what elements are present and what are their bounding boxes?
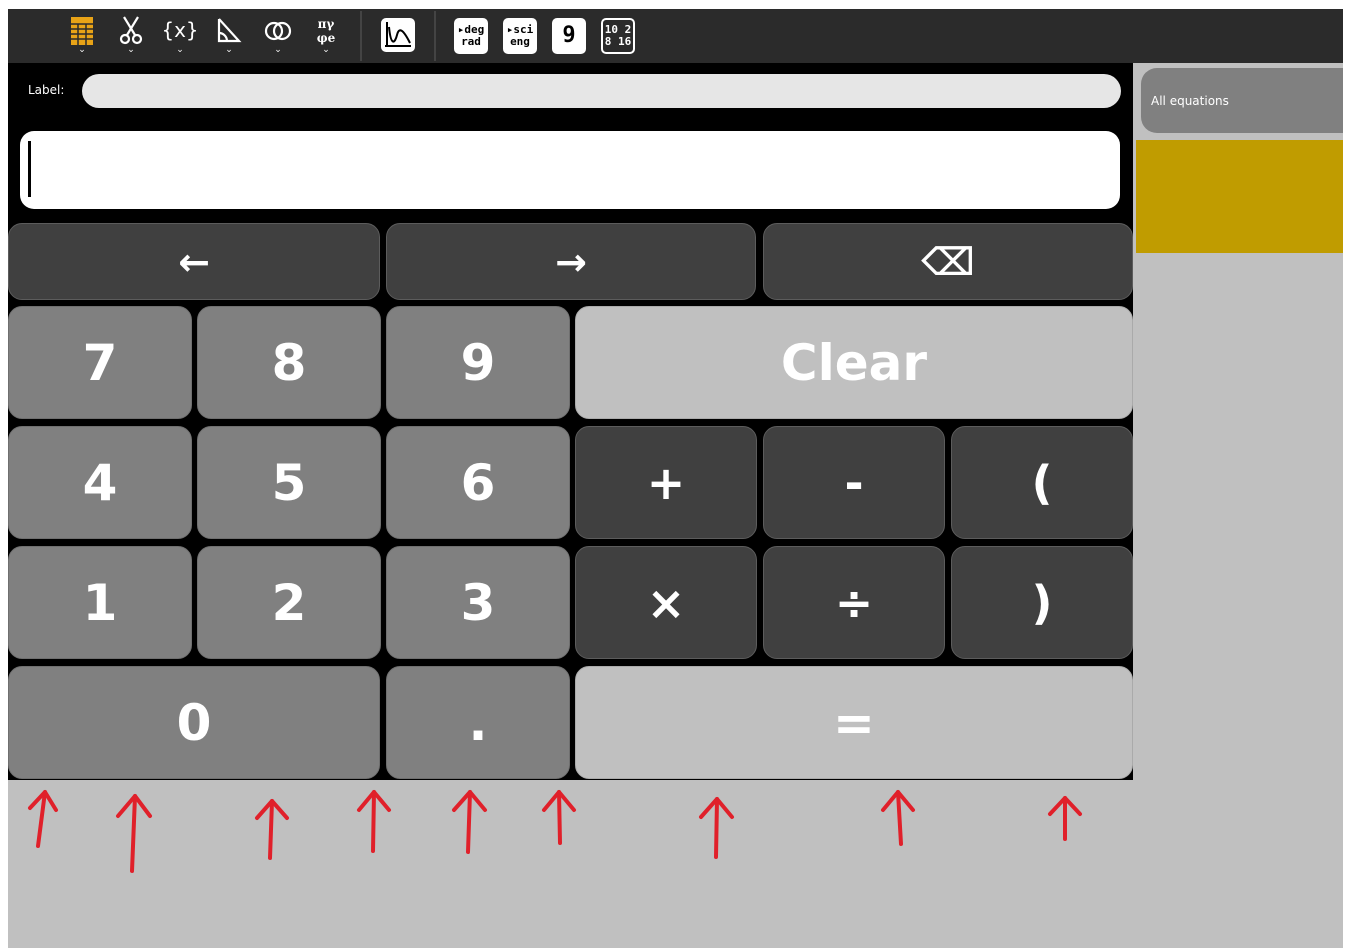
chevron-down-icon: ⌄ (78, 45, 86, 55)
all-equations-tab[interactable]: All equations (1141, 68, 1343, 133)
chevron-down-icon: ⌄ (127, 45, 135, 55)
angle-mode-toggle[interactable]: ▸deg rad (454, 18, 488, 54)
keypad-menu-button[interactable]: ⌄ (62, 15, 102, 59)
constants-menu-button[interactable]: πγ φe ⌄ (306, 15, 346, 59)
close-paren-button[interactable]: ) (951, 546, 1133, 659)
annotation-arrow-icon (116, 794, 152, 873)
chevron-down-icon: ⌄ (274, 45, 282, 55)
text-cursor (28, 141, 31, 197)
annotation-arrow-icon (357, 790, 391, 853)
digit-9-button[interactable]: 9 (386, 306, 570, 419)
annotation-arrow-icon (699, 797, 734, 859)
annotation-arrow-icon (452, 790, 487, 854)
annotation-arrow-icon (28, 790, 58, 848)
svg-text:φe: φe (317, 31, 336, 45)
variable-braces-icon: {x} (164, 18, 196, 42)
equals-button[interactable]: = (575, 666, 1133, 779)
minus-button[interactable]: - (763, 426, 945, 539)
notation-mode-toggle[interactable]: ▸sci eng (503, 18, 537, 54)
backspace-button[interactable]: ⌫ (763, 223, 1133, 300)
digits-precision-button[interactable]: 9 (552, 18, 586, 54)
venn-diagram-icon (264, 21, 292, 41)
expression-input[interactable] (20, 131, 1120, 209)
annotation-arrow-icon (255, 799, 289, 860)
digits-label: 9 (562, 23, 576, 48)
digit-7-button[interactable]: 7 (8, 306, 192, 419)
svg-text:πγ: πγ (318, 17, 335, 31)
chevron-down-icon: ⌄ (322, 45, 330, 55)
scissors-menu-button[interactable]: ⌄ (111, 15, 151, 59)
digit-1-button[interactable]: 1 (8, 546, 192, 659)
label-caption: Label: (28, 83, 65, 97)
toolbar-divider (360, 11, 362, 61)
scissors-icon (119, 16, 143, 45)
digit-6-button[interactable]: 6 (386, 426, 570, 539)
divide-button[interactable]: ÷ (763, 546, 945, 659)
multiply-button[interactable]: × (575, 546, 757, 659)
graph-plot-icon (381, 18, 415, 52)
geometry-menu-button[interactable]: ⌄ (209, 15, 249, 59)
annotation-arrow-icon (1048, 796, 1082, 841)
annotation-arrow-icon (542, 790, 576, 845)
cursor-left-button[interactable]: ← (8, 223, 380, 300)
variables-menu-button[interactable]: {x} ⌄ (160, 15, 200, 59)
number-base-button[interactable]: 10 2 8 16 (601, 18, 635, 54)
calculator-panel: Label: ← → ⌫ 7 8 9 Clear 4 5 6 + - ( 1 2… (8, 63, 1133, 780)
digit-5-button[interactable]: 5 (197, 426, 381, 539)
keypad-icon (71, 17, 93, 45)
chevron-down-icon: ⌄ (176, 45, 184, 55)
toolbar: ⌄ ⌄ {x} ⌄ ⌄ (8, 9, 1343, 63)
graph-button[interactable] (378, 17, 418, 61)
base-bottom-label: 8 16 (604, 35, 632, 48)
digit-2-button[interactable]: 2 (197, 546, 381, 659)
digit-8-button[interactable]: 8 (197, 306, 381, 419)
engineering-label: eng (510, 35, 530, 48)
toolbar-divider (434, 11, 436, 61)
decimal-point-button[interactable]: . (386, 666, 570, 779)
clear-button[interactable]: Clear (575, 306, 1133, 419)
cursor-right-button[interactable]: → (386, 223, 756, 300)
digit-3-button[interactable]: 3 (386, 546, 570, 659)
annotation-arrow-icon (881, 790, 915, 846)
app-window: ⌄ ⌄ {x} ⌄ ⌄ (8, 9, 1343, 948)
chevron-down-icon: ⌄ (225, 45, 233, 55)
svg-text:{x}: {x} (164, 18, 196, 42)
sets-menu-button[interactable]: ⌄ (258, 15, 298, 59)
digit-0-button[interactable]: 0 (8, 666, 380, 779)
greek-constants-icon: πγ φe (317, 17, 336, 45)
open-paren-button[interactable]: ( (951, 426, 1133, 539)
plus-button[interactable]: + (575, 426, 757, 539)
label-input[interactable] (82, 74, 1121, 108)
annotation-arrows (28, 790, 1082, 873)
selected-equation-item[interactable] (1136, 140, 1343, 253)
triangle-ruler-icon (217, 18, 242, 43)
radians-label: rad (461, 35, 481, 48)
all-equations-label: All equations (1151, 93, 1229, 108)
digit-4-button[interactable]: 4 (8, 426, 192, 539)
